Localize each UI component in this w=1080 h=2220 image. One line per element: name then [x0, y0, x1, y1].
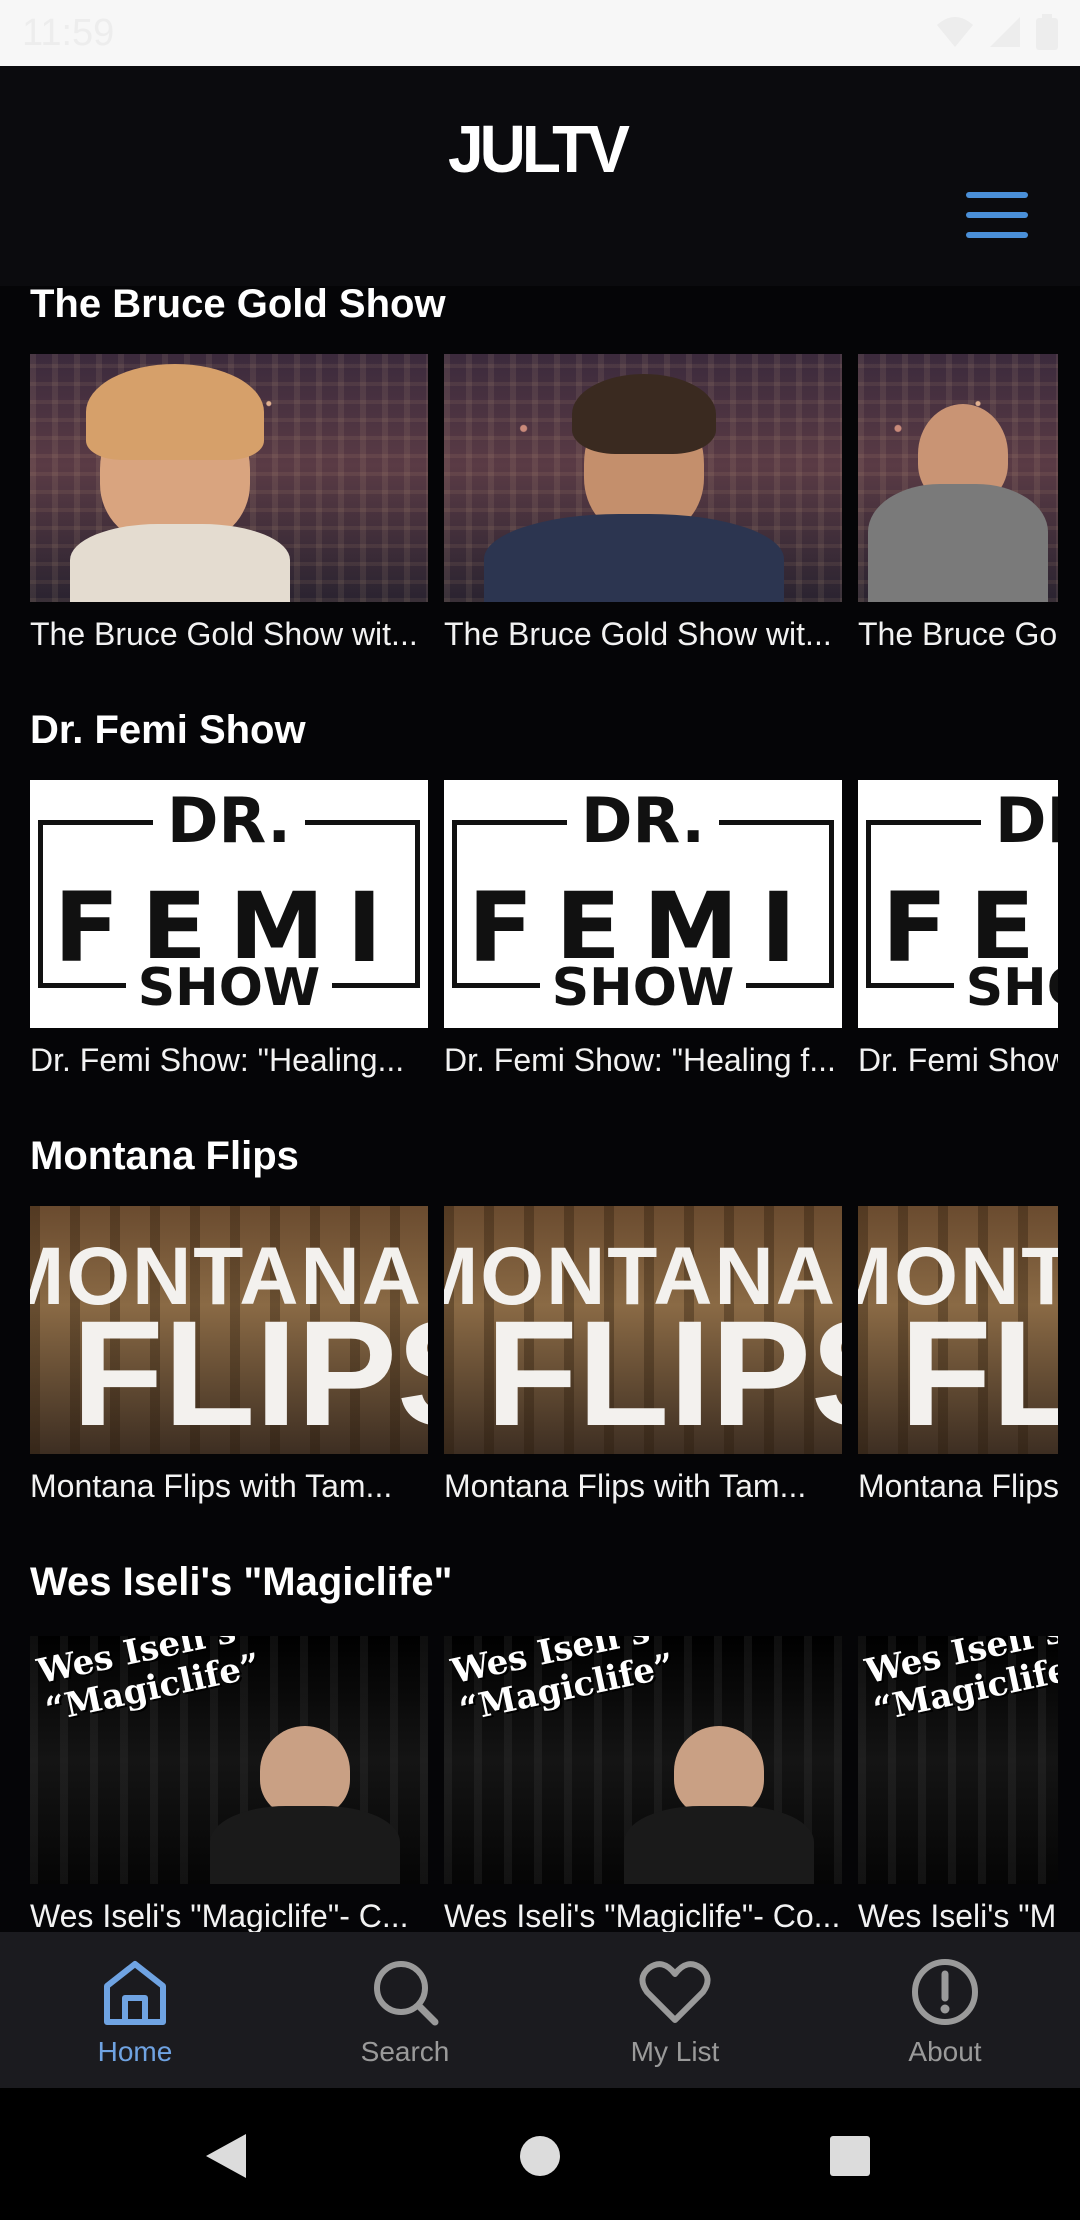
section-title: Wes Iseli's "Magiclife" — [30, 1560, 453, 1604]
suit-shape — [868, 484, 1048, 602]
search-icon — [374, 1961, 439, 2026]
battery-icon — [1036, 14, 1058, 50]
carousel-row[interactable]: Wes Iseli’s “Magiclife” Wes Iseli's "Magi… — [30, 1636, 1058, 1932]
video-title: Dr. Femi Show: "Healing f... — [444, 1042, 836, 1078]
video-title: Wes Iseli's "Magiclife"- C... — [30, 1898, 409, 1932]
nav-label: Home — [97, 2036, 173, 2067]
performer-figure — [674, 1726, 764, 1816]
video-title: Dr. Femi Show — [858, 1042, 1058, 1078]
video-title: The Bruce Gold Show wit... — [444, 616, 832, 652]
video-card[interactable]: MONTANA FLIPS Montana Flips — [858, 1206, 1058, 1526]
video-thumbnail — [444, 354, 842, 602]
shirt-shape — [624, 1806, 814, 1884]
video-title: The Bruce Go — [858, 616, 1058, 652]
thumb-text-top: DR. — [858, 784, 1058, 857]
nav-my-list[interactable]: My List — [540, 1932, 810, 2088]
video-card[interactable]: DR. FEMI SHOW Dr. Femi Show: "Healing f.… — [444, 780, 842, 1100]
video-card[interactable]: MONTANA FLIPS Montana Flips with Tam... — [30, 1206, 428, 1526]
thumb-text-top: DR. — [444, 784, 842, 857]
nav-label: Search — [360, 2036, 450, 2067]
app-logo[interactable]: JULTV — [448, 110, 630, 188]
home-circle-icon[interactable] — [518, 2132, 562, 2180]
video-title: Wes Iseli's "Magiclife"- Co... — [444, 1898, 841, 1932]
thumb-text-main: FLIPS — [486, 1289, 842, 1454]
carousel-row[interactable]: MONTANA FLIPS Montana Flips with Tam... … — [30, 1206, 1058, 1526]
menu-icon-bar — [966, 212, 1028, 218]
thumb-text-bottom: SHOW — [858, 958, 1058, 1018]
video-title: Montana Flips with Tam... — [444, 1468, 807, 1504]
carousel-row[interactable]: DR. FEMI SHOW Dr. Femi Show: "Healing...… — [30, 780, 1058, 1100]
status-icons — [936, 14, 1058, 50]
suit-shape — [484, 514, 784, 602]
performer-figure — [260, 1726, 350, 1816]
sweater-shape — [70, 524, 290, 602]
section-dr-femi: Dr. Femi Show DR. FEMI SHOW Dr. Femi Sho… — [0, 708, 1080, 1138]
video-thumbnail: MONTANA FLIPS — [858, 1206, 1058, 1454]
video-thumbnail: DR. FEMI SHOW — [858, 780, 1058, 1028]
section-title: Dr. Femi Show — [30, 708, 306, 752]
video-card[interactable]: The Bruce Go — [858, 354, 1058, 674]
nav-about[interactable]: About — [810, 1932, 1080, 2088]
signal-icon — [990, 17, 1020, 47]
recents-icon[interactable] — [828, 2132, 872, 2180]
system-navigation — [0, 2088, 1080, 2220]
video-title: Montana Flips with Tam... — [30, 1468, 393, 1504]
menu-icon-bar — [966, 192, 1028, 198]
video-title: Montana Flips — [858, 1468, 1058, 1504]
nav-label: About — [908, 2036, 982, 2067]
video-thumbnail: Wes Iseli’s “Magiclife” — [444, 1636, 842, 1884]
menu-icon-bar — [966, 232, 1028, 238]
thumb-text-top: DR. — [30, 784, 428, 857]
video-card[interactable]: DR. FEMI SHOW Dr. Femi Show: "Healing... — [30, 780, 428, 1100]
thumb-text-main: FLIPS — [900, 1289, 1058, 1454]
nav-home[interactable]: Home — [0, 1932, 270, 2088]
video-card[interactable]: Wes Iseli’s “Magiclife” Wes Iseli's "Magi… — [30, 1636, 428, 1932]
video-card[interactable]: Wes Iseli’s “Magiclife” Wes Iseli's "M — [858, 1636, 1058, 1932]
video-card[interactable]: DR. FEMI SHOW Dr. Femi Show — [858, 780, 1058, 1100]
video-card[interactable]: Wes Iseli’s “Magiclife” Wes Iseli's "Magi… — [444, 1636, 842, 1932]
section-title: Montana Flips — [30, 1134, 299, 1178]
video-thumbnail: Wes Iseli’s “Magiclife” — [858, 1636, 1058, 1884]
video-card[interactable]: The Bruce Gold Show wit... — [444, 354, 842, 674]
home-icon — [104, 1961, 166, 2025]
video-title: Wes Iseli's "M — [858, 1898, 1057, 1932]
nav-label: My List — [630, 2036, 720, 2067]
section-magiclife: Wes Iseli's "Magiclife" Wes Iseli’s “Magi… — [0, 1560, 1080, 1932]
video-thumbnail — [858, 354, 1058, 602]
section-title: The Bruce Gold Show — [30, 286, 446, 326]
heart-icon — [639, 1961, 711, 2023]
video-thumbnail: MONTANA FLIPS — [444, 1206, 842, 1454]
thumb-text-bottom: SHOW — [444, 958, 842, 1018]
video-title: Dr. Femi Show: "Healing... — [30, 1042, 405, 1078]
thumb-text-main: FLIPS — [72, 1289, 428, 1454]
carousel-row[interactable]: The Bruce Gold Show wit... The Bruce Gol… — [30, 354, 1058, 674]
video-thumbnail: DR. FEMI SHOW — [444, 780, 842, 1028]
section-bruce-gold: The Bruce Gold Show The Bruce Gold Show … — [0, 286, 1080, 712]
menu-button[interactable] — [966, 192, 1028, 238]
hair-shape — [572, 374, 716, 454]
video-title: The Bruce Gold Show wit... — [30, 616, 418, 652]
status-bar: 11:59 — [0, 0, 1080, 66]
video-thumbnail: Wes Iseli’s “Magiclife” — [30, 1636, 428, 1884]
shirt-shape — [210, 1806, 400, 1884]
content-feed[interactable]: The Bruce Gold Show The Bruce Gold Show … — [0, 286, 1080, 1932]
nav-search[interactable]: Search — [270, 1932, 540, 2088]
section-montana-flips: Montana Flips MONTANA FLIPS Montana Flip… — [0, 1134, 1080, 1564]
video-card[interactable]: MONTANA FLIPS Montana Flips with Tam... — [444, 1206, 842, 1526]
video-thumbnail — [30, 354, 428, 602]
back-icon[interactable] — [204, 2132, 248, 2180]
hair-shape — [86, 364, 264, 460]
thumb-inner: DR. FEMI SHOW — [858, 780, 1058, 1028]
bottom-navigation: Home Search My List About — [0, 1932, 1080, 2088]
video-card[interactable]: The Bruce Gold Show wit... — [30, 354, 428, 674]
thumb-text-bottom: SHOW — [30, 958, 428, 1018]
wifi-icon — [937, 17, 973, 47]
status-time: 11:59 — [22, 12, 115, 54]
video-thumbnail: DR. FEMI SHOW — [30, 780, 428, 1028]
info-icon — [912, 1959, 978, 2025]
video-thumbnail: MONTANA FLIPS — [30, 1206, 428, 1454]
